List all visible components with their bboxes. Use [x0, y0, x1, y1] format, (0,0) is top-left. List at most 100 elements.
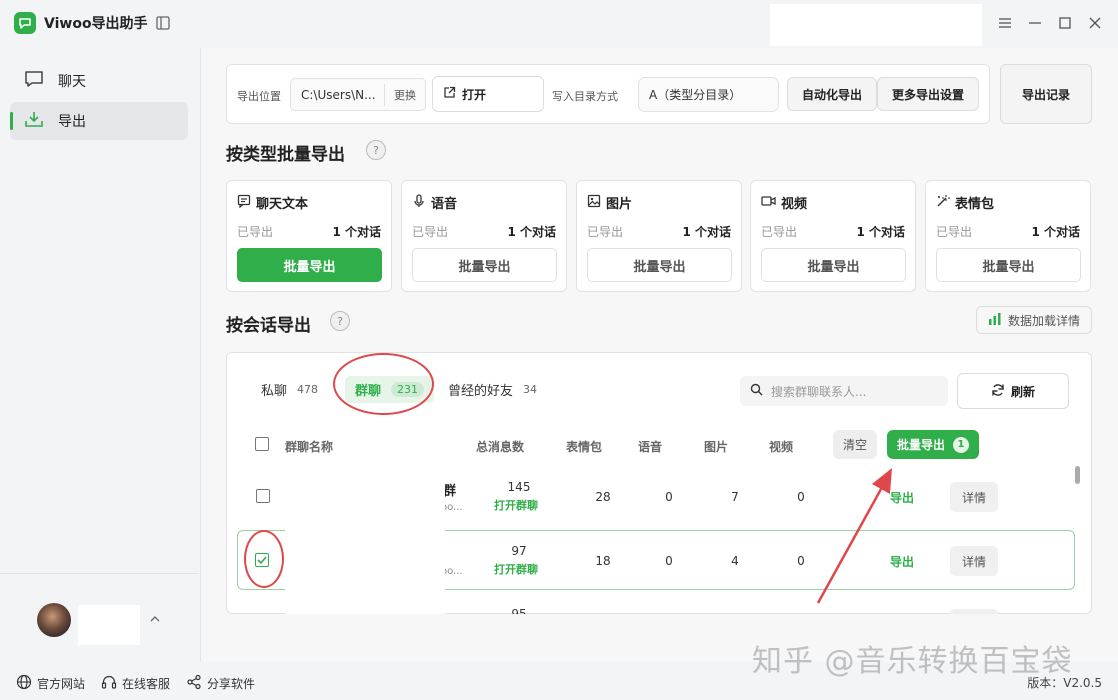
type-card-text: 聊天文本 已导出 1 个对话 批量导出 — [226, 180, 392, 292]
scrollbar[interactable] — [1075, 466, 1080, 484]
clear-button[interactable]: 清空 — [833, 430, 877, 459]
image-icon — [587, 194, 601, 212]
bar-chart-icon — [988, 312, 1002, 328]
row-detail-button[interactable] — [950, 609, 998, 614]
type-card-image: 图片 已导出 1 个对话 批量导出 — [576, 180, 742, 292]
type-card-sticker: 表情包 已导出 1 个对话 批量导出 — [925, 180, 1091, 292]
column-header-video: 视频 — [769, 440, 794, 454]
exported-count: 1 个对话 — [856, 225, 905, 239]
microphone-icon — [412, 193, 426, 212]
online-support-link[interactable]: 在线客服 — [101, 674, 170, 693]
search-icon — [750, 383, 763, 399]
avatar[interactable] — [37, 603, 71, 637]
user-name-redacted — [78, 605, 140, 645]
tab-private-chat[interactable]: 私聊 478 — [261, 380, 318, 399]
batch-export-button[interactable]: 批量导出 — [237, 248, 382, 282]
chevron-up-icon[interactable] — [150, 612, 160, 626]
column-header-image: 图片 — [704, 440, 729, 454]
exported-label: 已导出 — [237, 225, 274, 239]
sidebar-toggle-icon[interactable] — [155, 15, 171, 31]
dir-mode-select[interactable]: A（类型分目录） — [638, 77, 779, 112]
change-path-button[interactable]: 更换 — [385, 87, 425, 103]
selected-count-badge: 1 — [953, 436, 969, 453]
redacted-names — [285, 478, 445, 614]
exported-label: 已导出 — [587, 225, 624, 239]
sidebar-item-chat[interactable]: 聊天 — [10, 62, 188, 100]
card-title: 语音 — [412, 193, 457, 212]
card-title: 表情包 — [936, 193, 994, 212]
search-input[interactable]: 搜索群聊联系人... — [740, 376, 948, 406]
app-title-text: Viwoo导出助手 — [44, 16, 148, 32]
open-folder-button[interactable]: 打开 — [432, 76, 544, 112]
card-title-text: 视频 — [781, 197, 808, 212]
footer-label: 官方网站 — [37, 677, 86, 691]
official-website-link[interactable]: 官方网站 — [16, 674, 85, 693]
refresh-label: 刷新 — [1010, 384, 1035, 399]
share-icon — [186, 674, 202, 693]
row-detail-button[interactable]: 详情 — [950, 546, 998, 576]
exported-count: 1 个对话 — [332, 225, 381, 239]
open-group-link[interactable]: 打开群聊 — [494, 497, 538, 513]
app-logo-icon — [14, 12, 36, 34]
refresh-button[interactable]: 刷新 — [957, 373, 1069, 409]
annotation-circle — [333, 353, 434, 415]
row-total: 95 — [511, 607, 527, 614]
batch-export-button[interactable]: 批量导出 — [761, 248, 906, 282]
tab-label: 曾经的好友 — [448, 384, 514, 399]
auto-export-button[interactable]: 自动化导出 — [787, 77, 877, 111]
footer-label: 在线客服 — [122, 677, 171, 691]
row-image: 4 — [731, 554, 739, 568]
maximize-icon[interactable] — [1057, 15, 1073, 31]
batch-export-selected-button[interactable]: 批量导出 1 — [887, 430, 979, 459]
share-software-link[interactable]: 分享软件 — [186, 674, 255, 693]
data-load-details-button[interactable]: 数据加载详情 — [976, 306, 1092, 334]
row-checkbox[interactable] — [256, 489, 270, 503]
watermark: 知乎 @音乐转换百宝袋 — [752, 644, 1073, 679]
card-title-text: 聊天文本 — [256, 197, 309, 212]
sidebar-item-label: 聊天 — [58, 74, 86, 90]
active-indicator — [10, 112, 13, 130]
exported-label: 已导出 — [761, 225, 798, 239]
column-header-name: 群聊名称 — [285, 440, 334, 454]
chat-icon — [24, 70, 44, 92]
open-group-link[interactable]: 打开群聊 — [494, 561, 538, 577]
exported-count: 1 个对话 — [507, 225, 556, 239]
minimize-icon[interactable] — [1027, 15, 1043, 31]
select-all-checkbox[interactable] — [255, 437, 269, 451]
export-path-field[interactable]: C:\Users\N... 更换 — [290, 78, 426, 111]
batch-export-button[interactable]: 批量导出 — [412, 248, 557, 282]
message-icon — [237, 194, 251, 212]
export-records-button[interactable]: 导出记录 — [1000, 64, 1092, 124]
close-icon[interactable] — [1087, 15, 1103, 31]
by-session-title: 按会话导出 — [226, 316, 311, 336]
batch-export-button[interactable]: 批量导出 — [587, 248, 732, 282]
open-label: 打开 — [462, 87, 487, 102]
card-title-text: 表情包 — [955, 197, 995, 212]
batch-by-type-title: 按类型批量导出 — [226, 145, 345, 165]
card-title-text: 语音 — [431, 197, 458, 212]
type-card-voice: 语音 已导出 1 个对话 批量导出 — [401, 180, 567, 292]
exported-label: 已导出 — [412, 225, 449, 239]
row-total: 97 — [511, 544, 527, 558]
tab-former-friends[interactable]: 曾经的好友 34 — [448, 380, 537, 399]
row-voice: 0 — [665, 554, 673, 568]
footer-label: 分享软件 — [207, 677, 256, 691]
row-image: 7 — [731, 490, 739, 504]
row-detail-button[interactable]: 详情 — [950, 482, 998, 512]
annotation-circle — [244, 530, 284, 588]
column-header-total: 总消息数 — [476, 440, 525, 454]
row-voice: 0 — [665, 490, 673, 504]
sidebar-item-export[interactable]: 导出 — [10, 102, 188, 140]
row-sticker: 28 — [595, 490, 611, 504]
more-export-settings-button[interactable]: 更多导出设置 — [877, 77, 979, 111]
app-title: Viwoo导出助手 — [14, 12, 148, 34]
card-title-text: 图片 — [606, 197, 633, 212]
help-icon[interactable]: ? — [366, 140, 386, 160]
redacted-area — [770, 4, 982, 46]
help-icon[interactable]: ? — [330, 311, 350, 331]
batch-export-button[interactable]: 批量导出 — [936, 248, 1081, 282]
magic-wand-icon — [936, 194, 950, 212]
menu-icon[interactable] — [997, 15, 1013, 31]
tab-count: 478 — [297, 383, 319, 396]
column-header-voice: 语音 — [638, 440, 663, 454]
